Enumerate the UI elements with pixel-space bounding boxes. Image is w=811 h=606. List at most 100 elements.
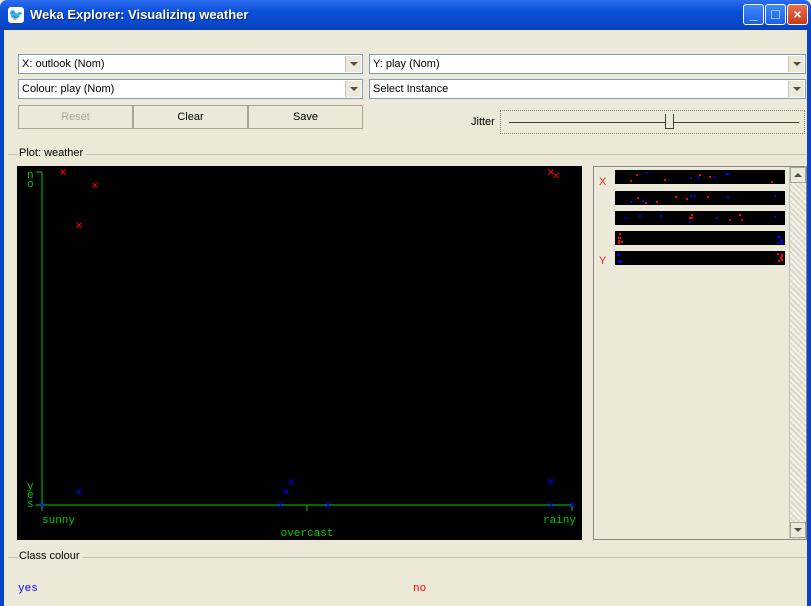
attribute-strip-2[interactable]	[615, 191, 785, 205]
jitter-track	[509, 122, 799, 123]
attribute-strip-3[interactable]	[615, 211, 785, 225]
strip-dot	[685, 197, 688, 200]
strip-dot	[674, 196, 677, 199]
plot-area[interactable]: yes no sunny overcast rainy	[17, 166, 582, 540]
point-yes-3	[282, 488, 289, 495]
strip-dot	[639, 215, 642, 217]
jitter-thumb[interactable]	[664, 114, 674, 129]
y-indicator: Y	[599, 255, 607, 267]
jitter-slider[interactable]	[500, 110, 805, 134]
point-no-4	[553, 172, 559, 179]
strip-dot	[697, 177, 700, 180]
dropdown-arrow-icon[interactable]	[345, 81, 361, 97]
minimize-button[interactable]: _	[743, 4, 764, 25]
window-title: Weka Explorer: Visualizing weather	[30, 7, 249, 22]
window-frame-right	[807, 30, 811, 606]
clear-button[interactable]: Clear	[133, 105, 248, 129]
window-frame-left	[0, 30, 4, 606]
jitter-label: Jitter	[471, 116, 495, 128]
dropdown-arrow-icon[interactable]	[788, 56, 804, 72]
dropdown-arrow-icon[interactable]	[345, 56, 361, 72]
strip-dot	[738, 214, 741, 217]
strip-dot	[773, 194, 776, 197]
strip-dot	[689, 176, 692, 179]
strip-dot	[624, 216, 627, 219]
strip-dot	[690, 213, 693, 216]
scroll-down-button[interactable]	[790, 522, 806, 538]
strip-dot	[629, 179, 632, 182]
strip-dot	[728, 218, 731, 221]
class-colour-label: Class colour	[19, 550, 83, 562]
attribute-scrollbar[interactable]	[789, 167, 806, 539]
maximize-icon: □	[771, 6, 780, 22]
strip-dot	[690, 195, 693, 198]
x-indicator: X	[599, 176, 607, 188]
strip-dot	[620, 240, 623, 243]
strip-dot	[630, 201, 633, 204]
strip-dot	[781, 241, 784, 244]
strip-dot	[706, 195, 709, 198]
point-no-2	[76, 222, 82, 229]
colour-select[interactable]: Colour: play (Nom)	[18, 79, 363, 99]
x-tick-label-sunny: sunny	[42, 515, 75, 527]
point-yes-6	[547, 478, 554, 485]
point-no-1	[60, 169, 67, 175]
strip-dot	[619, 236, 622, 239]
strip-dot	[635, 174, 638, 177]
strip-dot	[636, 196, 639, 199]
reset-button[interactable]: Reset	[18, 105, 133, 129]
close-button[interactable]: ×	[787, 4, 808, 25]
strip-dot	[617, 253, 620, 256]
strip-dot	[618, 241, 621, 244]
strip-dot	[645, 172, 648, 175]
maximize-button[interactable]: □	[765, 4, 786, 25]
strip-dot	[727, 173, 730, 176]
save-button[interactable]: Save	[248, 105, 363, 129]
strip-dot	[660, 215, 663, 218]
strip-dot	[715, 216, 718, 219]
y-tick-label-no: no	[27, 170, 34, 191]
strip-dot	[780, 239, 783, 242]
y-axis-select[interactable]: Y: play (Nom)	[369, 54, 806, 74]
point-yes-2	[288, 478, 294, 485]
strip-dot	[619, 233, 622, 236]
close-icon: ×	[793, 6, 802, 22]
strip-dot	[713, 175, 716, 178]
strip-dot	[656, 200, 659, 203]
strip-dot	[777, 253, 780, 256]
point-no-0	[92, 182, 98, 189]
plot-group-border	[8, 154, 807, 155]
class-yes-label[interactable]: yes	[18, 583, 38, 595]
strip-dot	[741, 218, 744, 221]
dropdown-arrow-icon[interactable]	[788, 81, 804, 97]
strip-dot	[642, 199, 645, 202]
attribute-strip-1[interactable]	[615, 170, 785, 184]
y-axis-value: Y: play (Nom)	[373, 58, 440, 70]
y-tick-label-yes: yes	[27, 481, 34, 511]
scatter-plot[interactable]: y e s n o sunny overcast rainy	[17, 166, 582, 540]
scroll-up-button[interactable]	[790, 167, 806, 183]
title-bar[interactable]: 🐦 Weka Explorer: Visualizing weather _ □…	[0, 0, 811, 30]
strip-dot	[778, 260, 781, 263]
x-axis-value: X: outlook (Nom)	[22, 58, 105, 70]
x-axis-select[interactable]: X: outlook (Nom)	[18, 54, 363, 74]
class-colour-group-border	[8, 557, 807, 558]
attribute-strip-4[interactable]	[615, 231, 785, 245]
weka-bird-icon: 🐦	[8, 7, 24, 23]
x-tick-label-overcast: overcast	[281, 528, 334, 540]
strip-dot	[708, 176, 711, 179]
attribute-panel[interactable]: X Y	[593, 166, 807, 540]
strip-dot	[771, 180, 774, 183]
x-tick-label-rainy: rainy	[543, 515, 576, 527]
class-no-label[interactable]: no	[413, 583, 426, 595]
strip-dot	[777, 236, 780, 239]
strip-dot	[694, 195, 697, 198]
strip-dot	[780, 259, 783, 262]
select-instance-select[interactable]: Select Instance	[369, 79, 806, 99]
select-instance-value: Select Instance	[373, 83, 449, 95]
strip-dot	[688, 220, 691, 223]
strip-dot	[727, 195, 730, 198]
strip-dot	[698, 174, 701, 177]
attribute-strip-5[interactable]	[615, 251, 785, 265]
strip-dot	[781, 254, 784, 257]
